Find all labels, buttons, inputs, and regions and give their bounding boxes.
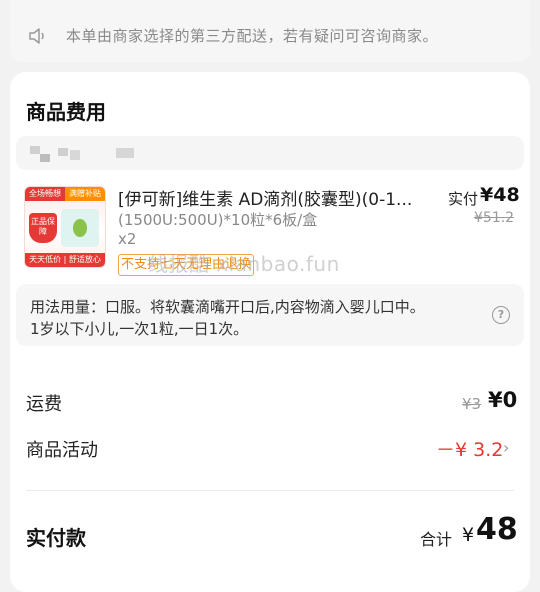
chevron-right-icon[interactable]: › [503,438,509,457]
store-name-blur [58,148,68,156]
divider [26,490,514,491]
delivery-notice: 本单由商家选择的第三方配送，若有疑问可咨询商家。 [10,0,530,62]
thumb-footer: 天天低价 | 舒适放心 [25,253,105,267]
product-spec: (1500U:500U)*10粒*6板/盒 [118,211,318,229]
store-avatar-blur [40,154,50,162]
shipping-value: ¥0 [488,388,518,412]
shipping-original-price: ¥3 [462,395,482,413]
help-icon[interactable]: ? [492,306,510,324]
sum-currency: ¥ [462,524,475,546]
thumb-badge-left: 全场畅想 [25,187,65,201]
product-box-image [61,209,99,247]
notice-text: 本单由商家选择的第三方配送，若有疑问可咨询商家。 [66,27,439,45]
product-thumbnail[interactable]: 全场畅想 满赠补贴 正品保障 天天低价 | 舒适放心 [24,186,106,268]
shipping-label: 运费 [26,394,62,415]
store-bar[interactable] [16,136,524,170]
usage-line-1: 用法用量：口服。将软囊滴嘴开口后,内容物滴入婴儿口中。 [30,298,425,316]
goods-fee-title: 商品费用 [26,100,106,124]
thumb-shield: 正品保障 [29,213,57,243]
usage-box: 用法用量：口服。将软囊滴嘴开口后,内容物滴入婴儿口中。 1岁以下小儿,一次1粒,… [16,284,524,346]
speaker-icon [29,28,44,44]
goods-fee-card: 商品费用 全场畅想 满赠补贴 正品保障 天天低价 | 舒适放心 [伊可新]维生素… [10,72,530,592]
watermark-text: 线报酷 xianbao.fun [148,252,340,276]
product-name[interactable]: [伊可新]维生素 AD滴剂(胶囊型)(0-1... [118,185,412,210]
usage-line-2: 1岁以下小儿,一次1粒,一日1次。 [30,320,249,338]
total-label: 实付款 [26,526,86,550]
product-price: ¥48 [480,184,520,206]
sum-label: 合计 [420,530,453,549]
sum-value: 48 [476,512,518,547]
store-name-blur [116,148,134,158]
product-original-price: ¥51.2 [474,210,515,226]
product-quantity: x2 [118,230,137,248]
thumb-badge-right: 满赠补贴 [65,187,105,201]
store-name-blur [70,150,80,160]
product-price-label: 实付 [448,190,479,208]
store-avatar-blur [30,146,40,154]
promo-label[interactable]: 商品活动 [26,436,98,462]
promo-discount[interactable]: －¥ 3.2 [436,435,503,462]
